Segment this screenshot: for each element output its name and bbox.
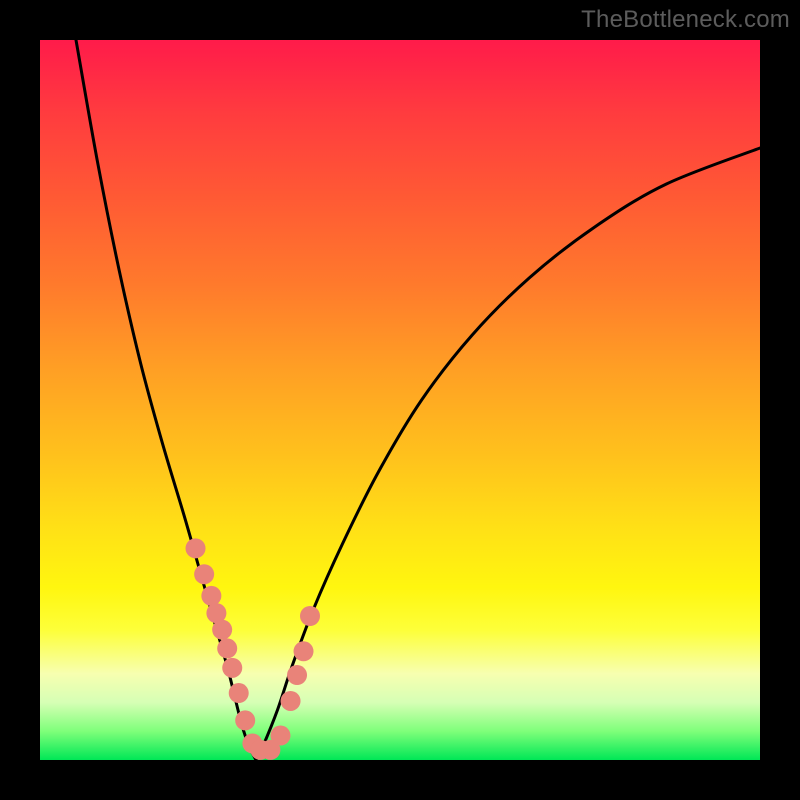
watermark-text: TheBottleneck.com [581,6,790,34]
highlight-dots [186,538,320,760]
highlight-dot [222,658,242,678]
right-curve [256,148,760,760]
plot-area [40,40,760,760]
highlight-dot [235,710,255,730]
highlight-dot [194,564,214,584]
chart-frame: TheBottleneck.com [0,0,800,800]
highlight-dot [186,538,206,558]
highlight-dot [229,683,249,703]
highlight-dot [300,606,320,626]
highlight-dot [212,620,232,640]
highlight-dot [287,665,307,685]
highlight-dot [294,641,314,661]
highlight-dot [270,726,290,746]
chart-svg [40,40,760,760]
highlight-dot [281,691,301,711]
highlight-dot [217,638,237,658]
highlight-dot [201,586,221,606]
